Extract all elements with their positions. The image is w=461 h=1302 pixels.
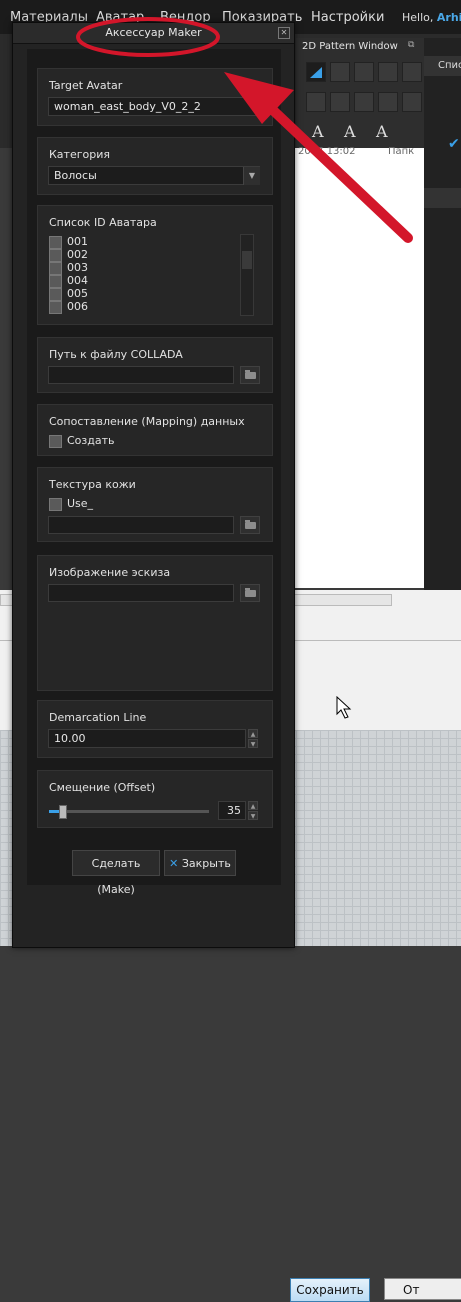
save-button[interactable]: Сохранить: [290, 1278, 370, 1302]
annotation-overlay: [76, 17, 413, 243]
annotation-arrow-shaft: [253, 91, 413, 243]
cancel-button[interactable]: От: [384, 1278, 461, 1300]
annotation-ellipse: [76, 17, 220, 57]
